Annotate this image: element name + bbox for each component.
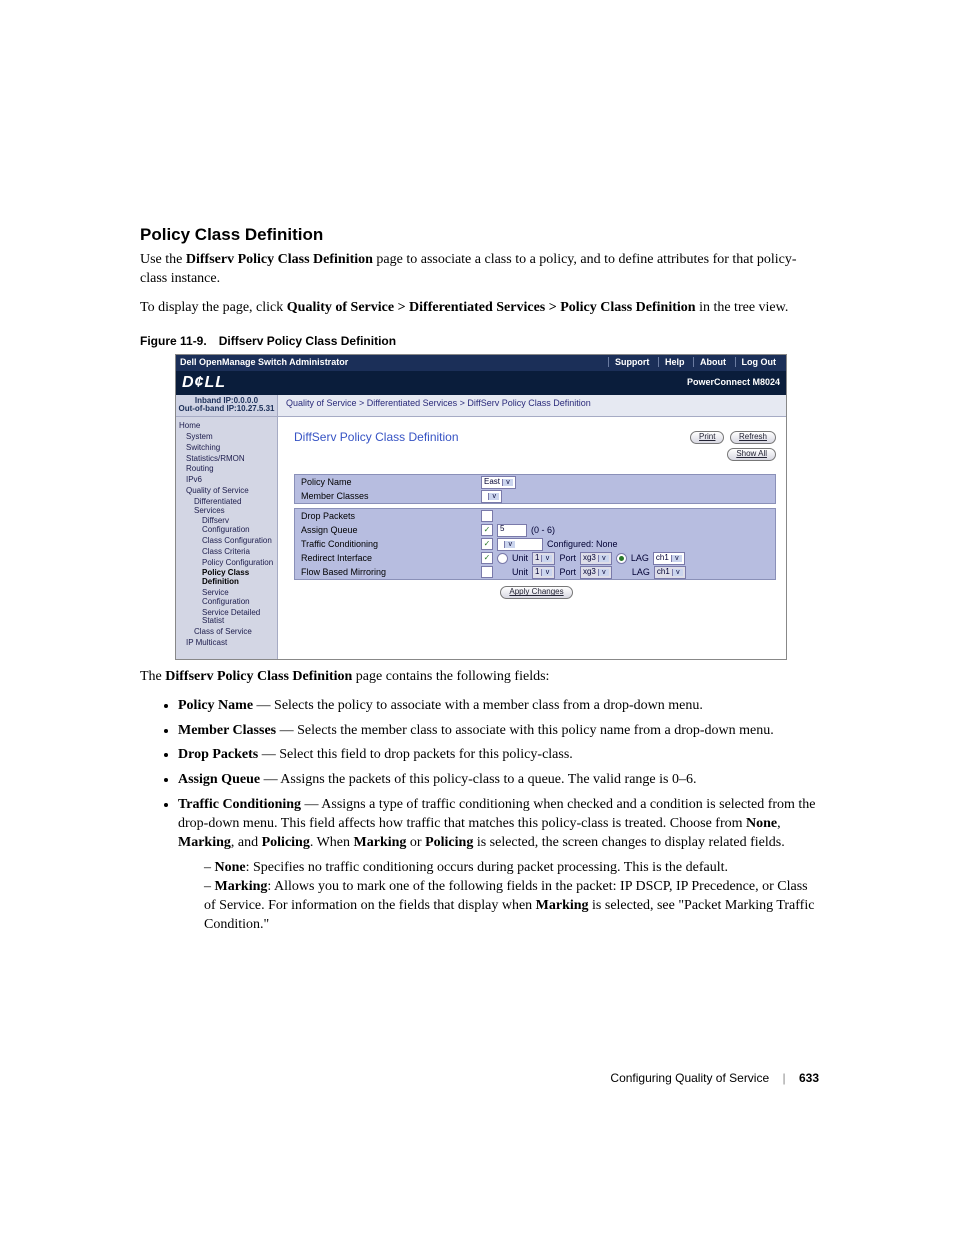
breadcrumb: Quality of Service > Differentiated Serv… — [278, 395, 786, 418]
redirect-interface-checkbox[interactable]: ✓ — [481, 552, 493, 564]
fields-list: Policy Name — Selects the policy to asso… — [140, 697, 819, 935]
text: To display the page, click — [140, 300, 287, 315]
label-drop-packets: Drop Packets — [295, 512, 481, 522]
nav-logout[interactable]: Log Out — [735, 357, 783, 367]
label-lag: LAG — [632, 568, 650, 578]
sublist-item: None: Specifies no traffic conditioning … — [204, 859, 819, 878]
dell-logo: D¢LL — [182, 374, 226, 392]
redirect-lag-radio[interactable] — [616, 553, 627, 564]
traffic-conditioning-status: Configured: None — [547, 540, 618, 550]
traffic-conditioning-select[interactable]: v — [497, 538, 543, 551]
top-navigation: Support Help About Log Out — [608, 358, 782, 368]
tree-item[interactable]: Class of Service — [178, 627, 275, 638]
print-button[interactable]: Print — [690, 431, 724, 444]
window-titlebar: Dell OpenManage Switch Administrator Sup… — [176, 355, 786, 371]
label-port: Port — [559, 554, 576, 564]
apply-changes-button[interactable]: Apply Changes — [500, 586, 572, 599]
product-name: PowerConnect M8024 — [687, 378, 780, 388]
tree-item[interactable]: Class Configuration — [178, 536, 275, 547]
panel-policy: Policy Name Eastv Member Classes v — [294, 474, 776, 504]
label-member-classes: Member Classes — [295, 492, 481, 502]
outofband-ip: Out-of-band IP:10.27.5.31 — [178, 405, 275, 414]
refresh-button[interactable]: Refresh — [730, 431, 776, 444]
tree-item[interactable]: Service Configuration — [178, 588, 275, 608]
figure-number: Figure 11-9. — [140, 334, 207, 348]
traffic-conditioning-checkbox[interactable]: ✓ — [481, 538, 493, 550]
redirect-lag-select[interactable]: ch1v — [653, 552, 685, 565]
window-title: Dell OpenManage Switch Administrator — [180, 358, 608, 368]
label-assign-queue: Assign Queue — [295, 526, 481, 536]
bold-text: Diffserv Policy Class Definition — [186, 252, 373, 267]
ip-info: Inband IP:0.0.0.0 Out-of-band IP:10.27.5… — [176, 395, 278, 418]
label-unit: Unit — [512, 554, 528, 564]
mirror-unit-select[interactable]: 1v — [532, 566, 555, 579]
section-heading: Policy Class Definition — [140, 225, 819, 245]
text: The — [140, 669, 165, 684]
label-policy-name: Policy Name — [295, 478, 481, 488]
tree-item[interactable]: Quality of Service — [178, 486, 275, 497]
assign-queue-input[interactable]: 5 — [497, 524, 527, 537]
text: Use the — [140, 252, 186, 267]
nav-about[interactable]: About — [693, 357, 732, 367]
sublist-item: Marking: Allows you to mark one of the f… — [204, 878, 819, 935]
member-classes-select[interactable]: v — [481, 490, 502, 503]
tree-item[interactable]: Statistics/RMON — [178, 454, 275, 465]
nav-support[interactable]: Support — [608, 357, 656, 367]
mirror-lag-select[interactable]: ch1v — [654, 566, 686, 579]
tree-item[interactable]: Policy Configuration — [178, 558, 275, 569]
assign-queue-range: (0 - 6) — [531, 526, 555, 536]
tree-item[interactable]: Home — [178, 421, 275, 432]
policy-name-select[interactable]: Eastv — [481, 476, 516, 489]
tree-item[interactable]: Class Criteria — [178, 547, 275, 558]
list-item: Drop Packets — Select this field to drop… — [178, 746, 819, 765]
label-lag: LAG — [631, 554, 649, 564]
tree-item[interactable]: Diffserv Configuration — [178, 516, 275, 536]
label-unit: Unit — [512, 568, 528, 578]
list-item: Policy Name — Selects the policy to asso… — [178, 697, 819, 716]
nav-help[interactable]: Help — [658, 357, 691, 367]
bold-text: Quality of Service > Differentiated Serv… — [287, 300, 696, 315]
redirect-unit-select[interactable]: 1v — [532, 552, 555, 565]
text: in the tree view. — [696, 300, 789, 315]
navigation-tree[interactable]: HomeSystemSwitchingStatistics/RMONRoutin… — [176, 417, 278, 659]
footer-separator: | — [783, 1071, 786, 1085]
fields-intro: The Diffserv Policy Class Definition pag… — [140, 668, 819, 687]
app-screenshot: Dell OpenManage Switch Administrator Sup… — [175, 354, 787, 660]
label-flow-mirroring: Flow Based Mirroring — [295, 568, 481, 578]
page-footer: Configuring Quality of Service | 633 — [610, 1071, 819, 1085]
assign-queue-checkbox[interactable]: ✓ — [481, 524, 493, 536]
label-port: Port — [559, 568, 576, 578]
chapter-title: Configuring Quality of Service — [610, 1071, 769, 1085]
label-traffic-conditioning: Traffic Conditioning — [295, 540, 481, 550]
flow-mirroring-checkbox[interactable] — [481, 566, 493, 578]
list-item: Assign Queue — Assigns the packets of th… — [178, 771, 819, 790]
figure-caption: Figure 11-9. Diffserv Policy Class Defini… — [140, 334, 819, 348]
list-item: Traffic Conditioning — Assigns a type of… — [178, 796, 819, 934]
redirect-unit-radio[interactable] — [497, 553, 508, 564]
show-all-button[interactable]: Show All — [727, 448, 776, 461]
intro-paragraph-2: To display the page, click Quality of Se… — [140, 299, 819, 318]
panel-actions: Drop Packets Assign Queue ✓ 5 (0 - 6) Tr… — [294, 508, 776, 580]
page-number: 633 — [799, 1071, 819, 1085]
label-redirect-interface: Redirect Interface — [295, 554, 481, 564]
bold-text: Diffserv Policy Class Definition — [165, 669, 352, 684]
tree-item[interactable]: Switching — [178, 443, 275, 454]
tree-item[interactable]: Differentiated Services — [178, 497, 275, 517]
tree-item[interactable]: Service Detailed Statist — [178, 608, 275, 628]
intro-paragraph-1: Use the Diffserv Policy Class Definition… — [140, 251, 819, 289]
mirror-port-select[interactable]: xg3v — [580, 566, 612, 579]
main-content: Print Refresh DiffServ Policy Class Defi… — [278, 417, 786, 659]
drop-packets-checkbox[interactable] — [481, 510, 493, 522]
tree-item[interactable]: Policy Class Definition — [178, 568, 275, 588]
text: page contains the following fields: — [352, 669, 549, 684]
tree-item[interactable]: IPv6 — [178, 475, 275, 486]
tree-item[interactable]: IP Multicast — [178, 638, 275, 649]
tree-item[interactable]: System — [178, 432, 275, 443]
brand-bar: D¢LL PowerConnect M8024 — [176, 371, 786, 395]
list-item: Member Classes — Selects the member clas… — [178, 722, 819, 741]
tree-item[interactable]: Routing — [178, 464, 275, 475]
redirect-port-select[interactable]: xg3v — [580, 552, 612, 565]
figure-title: Diffserv Policy Class Definition — [219, 334, 396, 348]
